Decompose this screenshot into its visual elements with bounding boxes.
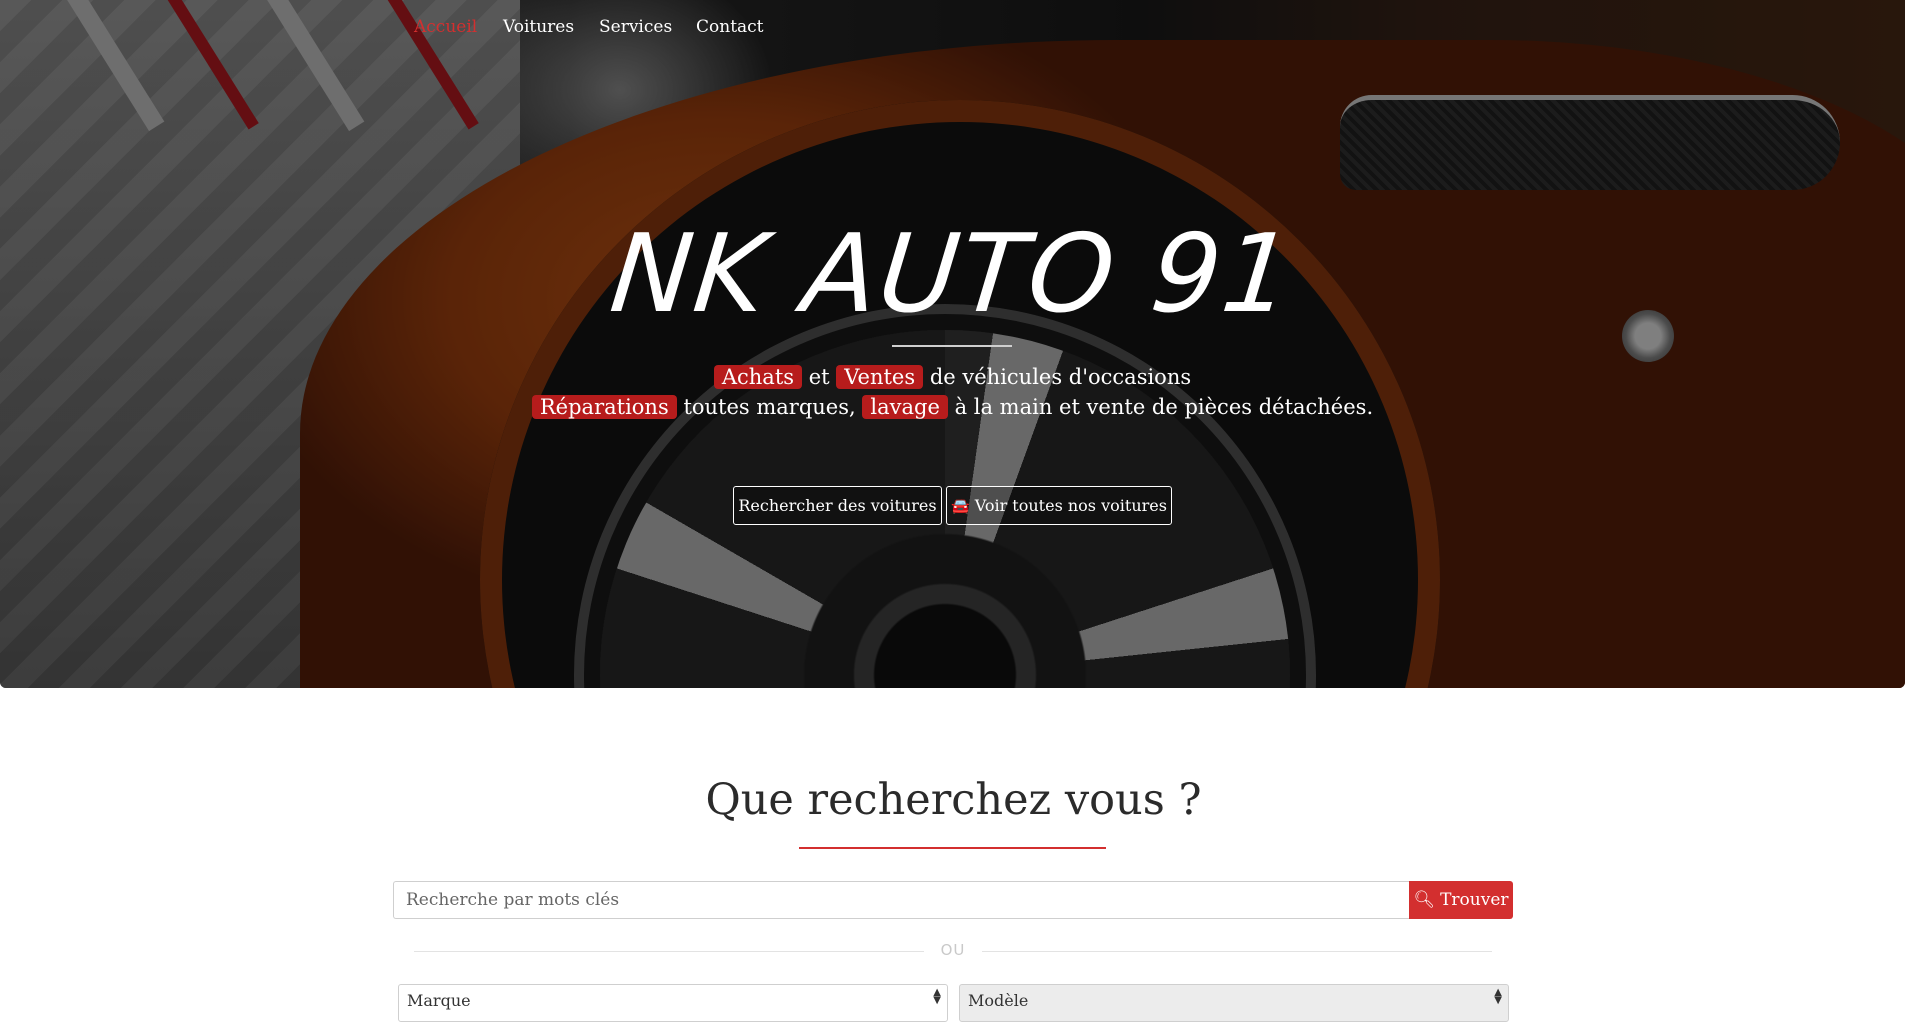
search-cars-button-label: Rechercher des voitures xyxy=(738,496,937,515)
nav-item-voitures[interactable]: Voitures xyxy=(503,17,574,37)
hero-overlay xyxy=(0,0,1905,688)
tag-lavage: lavage xyxy=(862,395,948,419)
all-cars-button-label: Voir toutes nos voitures xyxy=(974,496,1167,515)
search-section-divider xyxy=(799,847,1106,849)
hero-divider xyxy=(892,345,1012,347)
search-cars-button[interactable]: Rechercher des voitures xyxy=(733,486,942,525)
tag-achats: Achats xyxy=(713,365,803,389)
tag-text: de véhicules d'occasions xyxy=(929,365,1192,389)
brand-select[interactable]: Marque ▲ ▼ xyxy=(398,984,948,1022)
nav-item-accueil[interactable]: Accueil xyxy=(414,17,477,37)
car-icon: 🚘 xyxy=(951,497,970,515)
hero-banner: Accueil Voitures Services Contact NK AUT… xyxy=(0,0,1905,688)
or-label: OU xyxy=(940,941,966,959)
find-button[interactable]: 🔍︎ Trouver xyxy=(1409,881,1513,919)
tag-text: à la main et vente de pièces détachées. xyxy=(954,395,1374,419)
all-cars-button[interactable]: 🚘 Voir toutes nos voitures xyxy=(946,486,1172,525)
or-divider-right xyxy=(982,951,1492,952)
or-divider-left xyxy=(414,951,924,952)
tag-text: et xyxy=(808,365,830,389)
select-arrows-icon: ▲ ▼ xyxy=(1494,987,1502,1006)
model-select[interactable]: Modèle ▲ ▼ xyxy=(959,984,1509,1022)
tag-ventes: Ventes xyxy=(836,365,924,389)
tag-text: toutes marques, xyxy=(683,395,856,419)
select-arrows-icon: ▲ ▼ xyxy=(933,987,941,1006)
nav-item-services[interactable]: Services xyxy=(599,17,672,37)
find-button-label: Trouver xyxy=(1440,890,1509,910)
tag-reparations: Réparations xyxy=(531,395,677,419)
nav-item-contact[interactable]: Contact xyxy=(696,17,764,37)
keyword-search-input[interactable] xyxy=(393,881,1409,919)
search-section-title: Que recherchez vous ? xyxy=(705,775,1202,825)
tagline-line-1: Achats et Ventes de véhicules d'occasion… xyxy=(0,362,1905,392)
brand-title: NK AUTO 91 xyxy=(605,212,1300,337)
tagline-line-2: Réparations toutes marques, lavage à la … xyxy=(0,392,1905,422)
search-icon: 🔍︎ xyxy=(1413,890,1436,910)
main-nav: Accueil Voitures Services Contact xyxy=(0,0,1905,56)
